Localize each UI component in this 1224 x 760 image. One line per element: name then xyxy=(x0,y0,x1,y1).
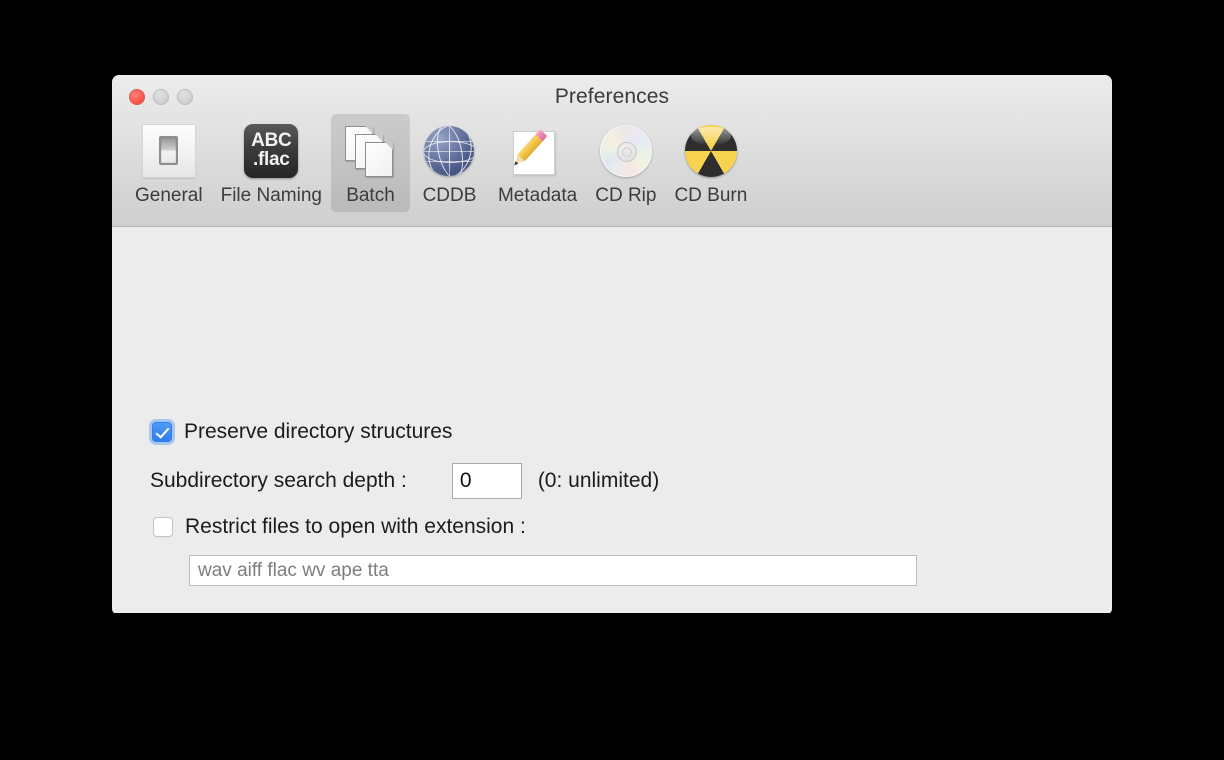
preserve-directory-structures-row[interactable]: Preserve directory structures xyxy=(152,420,452,444)
preserve-directory-structures-checkbox[interactable] xyxy=(152,422,172,442)
light-switch-icon xyxy=(138,120,199,181)
restrict-extensions-row[interactable]: Restrict files to open with extension : xyxy=(153,515,526,539)
batch-preferences-panel: Preserve directory structures Subdirecto… xyxy=(112,227,1112,613)
abc-flac-icon-line2: .flac xyxy=(253,151,290,170)
window-chrome: Preferences General ABC .flac xyxy=(112,75,1112,227)
auto-split-cue-row[interactable]: Automatically split file with embedded c… xyxy=(153,613,631,614)
preserve-directory-structures-label: Preserve directory structures xyxy=(184,420,452,444)
burn-radiation-icon xyxy=(680,120,741,181)
subdirectory-search-depth-hint: (0: unlimited) xyxy=(538,469,659,493)
subdirectory-search-depth-row: Subdirectory search depth : (0: unlimite… xyxy=(150,463,659,499)
toolbar-item-metadata-label: Metadata xyxy=(498,185,577,207)
toolbar-item-cd-rip-label: CD Rip xyxy=(595,185,656,207)
toolbar-item-cd-burn[interactable]: CD Burn xyxy=(665,114,756,212)
screen-root: Preferences General ABC .flac xyxy=(0,0,1224,760)
toolbar-item-metadata[interactable]: Metadata xyxy=(489,114,586,212)
toolbar-item-cddb[interactable]: CDDB xyxy=(410,114,489,212)
compact-disc-icon xyxy=(595,120,656,181)
extensions-input[interactable] xyxy=(189,555,917,586)
globe-icon xyxy=(419,120,480,181)
subdirectory-search-depth-label: Subdirectory search depth : xyxy=(150,469,407,493)
restrict-extensions-checkbox[interactable] xyxy=(153,517,173,537)
abc-flac-icon: ABC .flac xyxy=(241,120,302,181)
toolbar-item-cd-rip[interactable]: CD Rip xyxy=(586,114,665,212)
abc-flac-icon-line1: ABC xyxy=(251,132,291,151)
preferences-window: Preferences General ABC .flac xyxy=(112,75,1112,614)
toolbar-item-file-naming-label: File Naming xyxy=(221,185,322,207)
stacked-pages-icon xyxy=(340,120,401,181)
window-title: Preferences xyxy=(112,85,1112,109)
subdirectory-search-depth-input[interactable] xyxy=(452,463,522,499)
preferences-toolbar: General ABC .flac File Naming xyxy=(126,114,756,212)
toolbar-item-cd-burn-label: CD Burn xyxy=(674,185,747,207)
restrict-extensions-label: Restrict files to open with extension : xyxy=(185,515,526,539)
toolbar-item-batch-label: Batch xyxy=(346,185,395,207)
toolbar-item-general-label: General xyxy=(135,185,203,207)
toolbar-item-general[interactable]: General xyxy=(126,114,212,212)
toolbar-item-cddb-label: CDDB xyxy=(423,185,477,207)
toolbar-item-file-naming[interactable]: ABC .flac File Naming xyxy=(212,114,331,212)
toolbar-item-batch[interactable]: Batch xyxy=(331,114,410,212)
page-pencil-icon xyxy=(507,120,568,181)
auto-split-cue-label: Automatically split file with embedded c… xyxy=(185,613,631,614)
